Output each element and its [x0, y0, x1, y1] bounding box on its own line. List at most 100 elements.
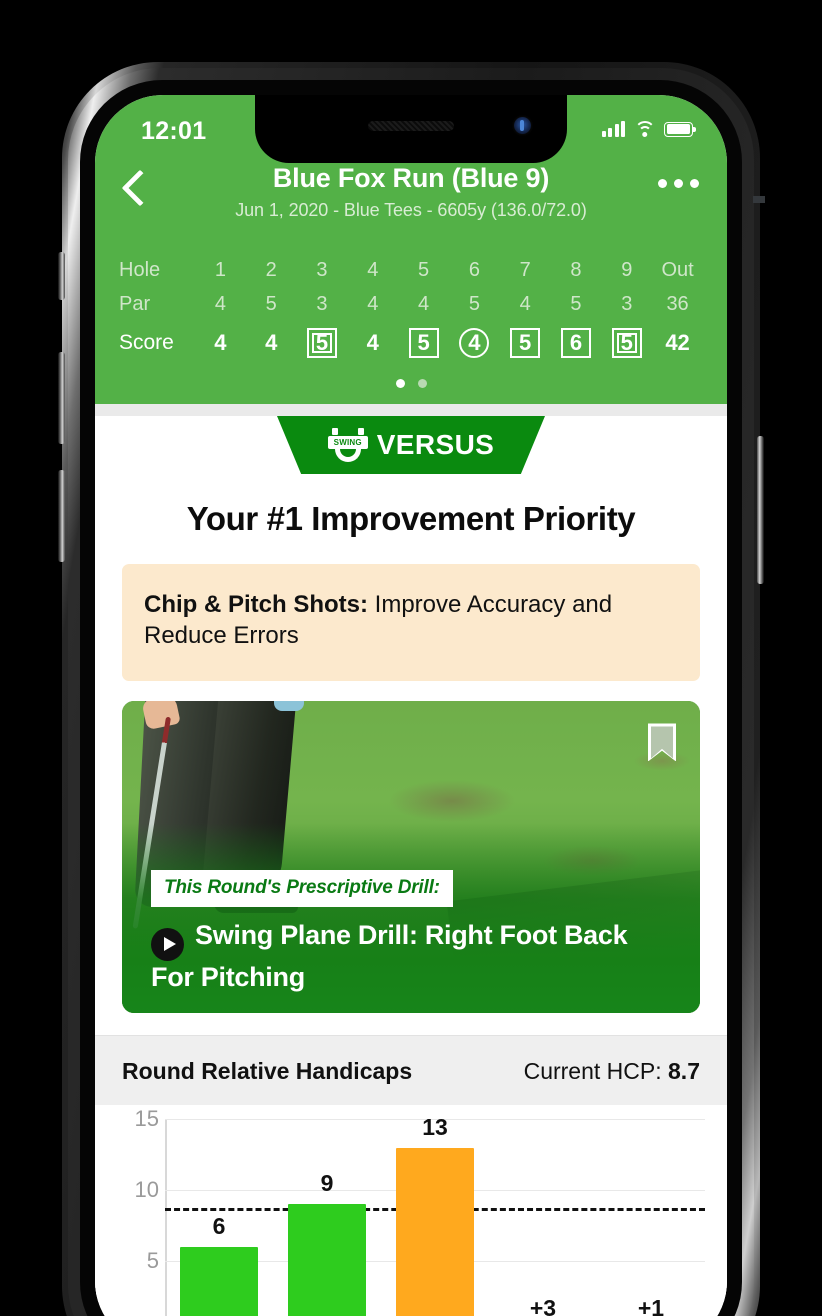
drill-title-text: Swing Plane Drill: Right Foot Back For P… [151, 920, 628, 992]
hole-cell: 5 [418, 258, 430, 281]
handicaps-title: Round Relative Handicaps [122, 1058, 413, 1085]
chart-bar-value-label: 6 [212, 1212, 226, 1239]
scorecard-row-hole: Hole 1 2 3 4 5 6 7 8 9 Out [119, 253, 703, 287]
swing-logo-text: SWING [327, 436, 368, 449]
volume-down-button[interactable] [58, 470, 65, 562]
chart-y-tick-label: 10 [134, 1177, 159, 1203]
par-cell: 4 [418, 292, 430, 315]
chart-bar-value-label: 9 [320, 1170, 334, 1197]
score-cell: 5 [398, 328, 449, 358]
row-label-par: Par [119, 292, 151, 315]
score-cell: 4 [195, 328, 246, 358]
chart-bar-slot: +3 [497, 1119, 589, 1316]
drill-ribbon-label: This Round's Prescriptive Drill: [151, 870, 453, 908]
versus-label: VERSUS [376, 429, 495, 460]
par-cell: 5 [468, 292, 480, 315]
power-button[interactable] [757, 436, 764, 584]
hole-cell: 7 [519, 258, 531, 281]
antenna-band [753, 196, 765, 203]
score-cell: 5 [500, 328, 551, 358]
chart-bar-value-label: +1 [637, 1295, 665, 1316]
score-value: 4 [265, 330, 278, 355]
chart-bar-value-label: +3 [529, 1295, 557, 1316]
page-dot-1[interactable] [395, 379, 405, 388]
page-subtitle: Jun 1, 2020 - Blue Tees - 6605y (136.0/7… [235, 200, 587, 220]
score-value-bogey: 6 [560, 328, 591, 358]
score-cell: 4 [449, 328, 500, 358]
page-dot-2[interactable] [417, 379, 427, 388]
score-value-bogey: 5 [408, 328, 439, 358]
chart-bar-value-label: 13 [422, 1113, 448, 1140]
par-cell: 5 [265, 292, 277, 315]
chart-y-tick-label: 15 [134, 1106, 159, 1132]
mute-switch-button[interactable] [58, 252, 65, 300]
nav-bar: Blue Fox Run (Blue 9) Jun 1, 2020 - Blue… [95, 163, 727, 237]
chart-bars: 6 9 13 +3 +1 [165, 1114, 705, 1316]
score-cell: 6 [551, 328, 602, 358]
page-dots [119, 365, 703, 404]
wifi-icon [634, 121, 655, 137]
chart-bar-slot: 13 [389, 1114, 481, 1316]
hole-cell: 9 [621, 258, 633, 281]
screenshot-stage: 12:01 Blue Fox Run (Blue 9) Jun 1, 2020 … [0, 0, 822, 1316]
hole-cell: 3 [316, 258, 328, 281]
front-camera-icon [514, 117, 531, 134]
par-cell-out: 36 [666, 292, 689, 315]
score-cell: 5 [601, 328, 652, 358]
par-cell: 3 [316, 292, 328, 315]
chart-bar-slot: +1 [605, 1119, 697, 1316]
hole-cell-out: Out [661, 258, 694, 281]
row-label-hole: Hole [119, 258, 161, 281]
chart-bar[interactable] [179, 1246, 259, 1316]
score-value-double-bogey: 5 [306, 328, 337, 358]
current-hcp-label: Current HCP: [523, 1058, 669, 1085]
score-total: 42 [665, 330, 690, 355]
improvement-heading: Your #1 Improvement Priority [186, 500, 636, 537]
row-label-score: Score [119, 331, 174, 354]
drill-video-card[interactable]: This Round's Prescriptive Drill: Swing P… [122, 701, 700, 1014]
hole-cell: 1 [214, 258, 226, 281]
versus-banner: SWING VERSUS [277, 416, 545, 474]
cellular-signal-icon [601, 121, 625, 137]
chart-y-tick-label: 5 [146, 1247, 159, 1273]
status-indicators [601, 121, 696, 137]
score-value-bogey: 5 [510, 328, 541, 358]
volume-up-button[interactable] [58, 352, 65, 444]
hole-cell: 4 [367, 258, 379, 281]
par-cell: 5 [570, 292, 582, 315]
current-hcp: Current HCP: 8.7 [524, 1058, 700, 1085]
nav-titles: Blue Fox Run (Blue 9) Jun 1, 2020 - Blue… [95, 163, 727, 221]
hole-cell: 8 [570, 258, 582, 281]
improvement-priority-card: Chip & Pitch Shots: Improve Accuracy and… [122, 564, 700, 682]
score-value: 4 [366, 330, 379, 355]
scorecard-row-par: Par 4 5 3 4 4 5 4 5 3 36 [119, 287, 703, 321]
score-value-birdie: 4 [459, 328, 490, 358]
header-divider [95, 404, 727, 416]
score-cell: 4 [246, 328, 297, 358]
hole-cell: 2 [265, 258, 277, 281]
handicaps-header: Round Relative Handicaps Current HCP: 8.… [95, 1035, 727, 1106]
priority-category: Chip & Pitch Shots: [144, 591, 368, 618]
handicaps-chart: 051015 6913+3+1 [95, 1105, 727, 1316]
chart-bar[interactable] [287, 1204, 367, 1316]
score-cell: 4 [347, 328, 398, 358]
score-value: 4 [214, 330, 227, 355]
score-cell: 5 [297, 328, 348, 358]
more-options-button[interactable] [658, 179, 699, 188]
chart-bar-slot: 9 [281, 1119, 373, 1316]
chart-bar-slot: 6 [173, 1119, 265, 1316]
main-content: SWING VERSUS Your #1 Improvement Priorit… [95, 416, 727, 1316]
swing-logo-icon: SWING [327, 428, 368, 462]
hole-cell: 6 [468, 258, 480, 281]
current-hcp-value: 8.7 [668, 1058, 700, 1085]
page-title: Blue Fox Run (Blue 9) [272, 163, 550, 193]
section-spacer [95, 1013, 727, 1036]
play-icon[interactable] [151, 927, 184, 961]
scorecard: Hole 1 2 3 4 5 6 7 8 9 Out Par 4 5 3 4 4… [95, 237, 727, 404]
par-cell: 4 [519, 292, 531, 315]
versus-banner-wrap: SWING VERSUS [95, 416, 727, 482]
scorecard-row-score: Score 4 4 5 4 5 4 5 6 5 42 [119, 321, 703, 365]
battery-full-icon [664, 121, 696, 137]
score-cell-out: 42 [652, 328, 703, 358]
chart-bar[interactable] [395, 1147, 475, 1316]
